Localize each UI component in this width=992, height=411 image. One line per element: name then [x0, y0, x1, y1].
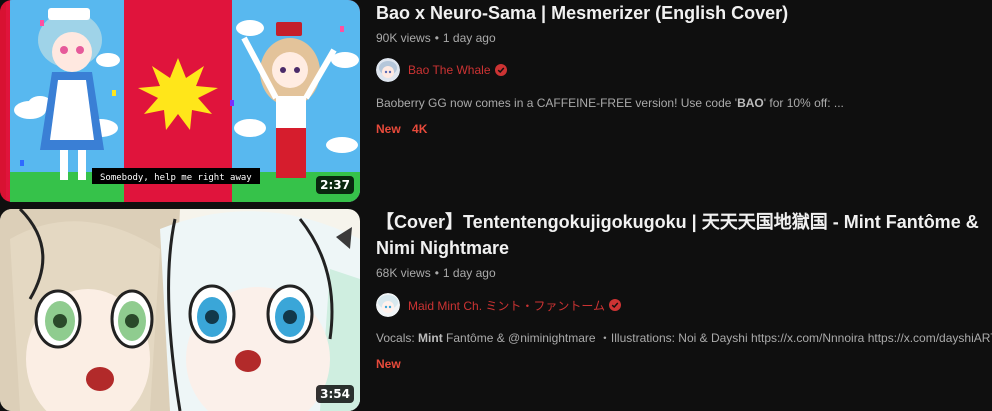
description-text: Baoberry GG now comes in a CAFFEINE-FREE…: [376, 96, 738, 110]
video-title[interactable]: 【Cover】Tententengokujigokugoku | 天天天国地獄国…: [376, 209, 992, 261]
upload-age: 1 day ago: [442, 266, 496, 280]
description-text-end: ' for 10% off: ...: [763, 96, 844, 110]
video-thumbnail[interactable]: Somebody, help me right away 2:37: [0, 0, 360, 202]
channel-link[interactable]: Bao The Whale: [376, 58, 992, 82]
thumbnail-subtitle: Somebody, help me right away: [100, 173, 252, 183]
video-metadata: 68K views • 1 day ago: [376, 265, 992, 281]
video-metadata: 90K views • 1 day ago: [376, 30, 992, 46]
check-circle-icon: [609, 299, 621, 311]
4k-badge: 4K: [412, 122, 428, 136]
view-count: 90K views: [376, 31, 431, 45]
description-highlight: BAO: [737, 96, 764, 110]
duration-badge: 2:37: [316, 176, 354, 194]
new-badge: New: [376, 357, 401, 371]
view-count: 68K views: [376, 266, 431, 280]
video-thumbnail[interactable]: 3:54: [0, 209, 360, 411]
video-badges: New 4K: [376, 120, 992, 138]
new-badge: New: [376, 122, 401, 136]
avatar[interactable]: [376, 58, 400, 82]
video-result-bao-mesmerizer[interactable]: Somebody, help me right away 2:37 Bao x …: [0, 0, 992, 202]
check-circle-icon: [494, 64, 507, 76]
thumbnail-art-tententen: [0, 209, 360, 411]
description-highlight: Mint: [418, 331, 443, 345]
video-title[interactable]: Bao x Neuro-Sama | Mesmerizer (English C…: [376, 0, 992, 26]
avatar[interactable]: [376, 293, 400, 317]
thumbnail-art-mesmerizer: Somebody, help me right away: [0, 0, 360, 202]
meta-separator: •: [434, 31, 439, 45]
video-badges: New: [376, 355, 992, 373]
description-text: Vocals:: [376, 331, 419, 345]
video-description: Baoberry GG now comes in a CAFFEINE-FREE…: [376, 94, 992, 112]
duration-badge: 3:54: [316, 385, 354, 403]
channel-name[interactable]: Maid Mint Ch. ミント・ファントーム: [408, 297, 605, 314]
video-info: Bao x Neuro-Sama | Mesmerizer (English C…: [376, 0, 992, 138]
channel-link[interactable]: Maid Mint Ch. ミント・ファントーム: [376, 293, 992, 317]
meta-separator: •: [434, 266, 439, 280]
channel-name[interactable]: Bao The Whale: [408, 63, 491, 77]
video-info: 【Cover】Tententengokujigokugoku | 天天天国地獄国…: [376, 209, 992, 373]
video-description: Vocals: Mint Fantôme & @niminightmare ・I…: [376, 329, 992, 347]
search-results: Somebody, help me right away 2:37 Bao x …: [0, 0, 992, 411]
upload-age: 1 day ago: [442, 31, 496, 45]
video-result-tententen-cover[interactable]: 3:54 【Cover】Tententengokujigokugoku | 天天…: [0, 209, 992, 411]
description-text-end: Fantôme & @niminightmare ・Illustrations:…: [442, 331, 992, 345]
